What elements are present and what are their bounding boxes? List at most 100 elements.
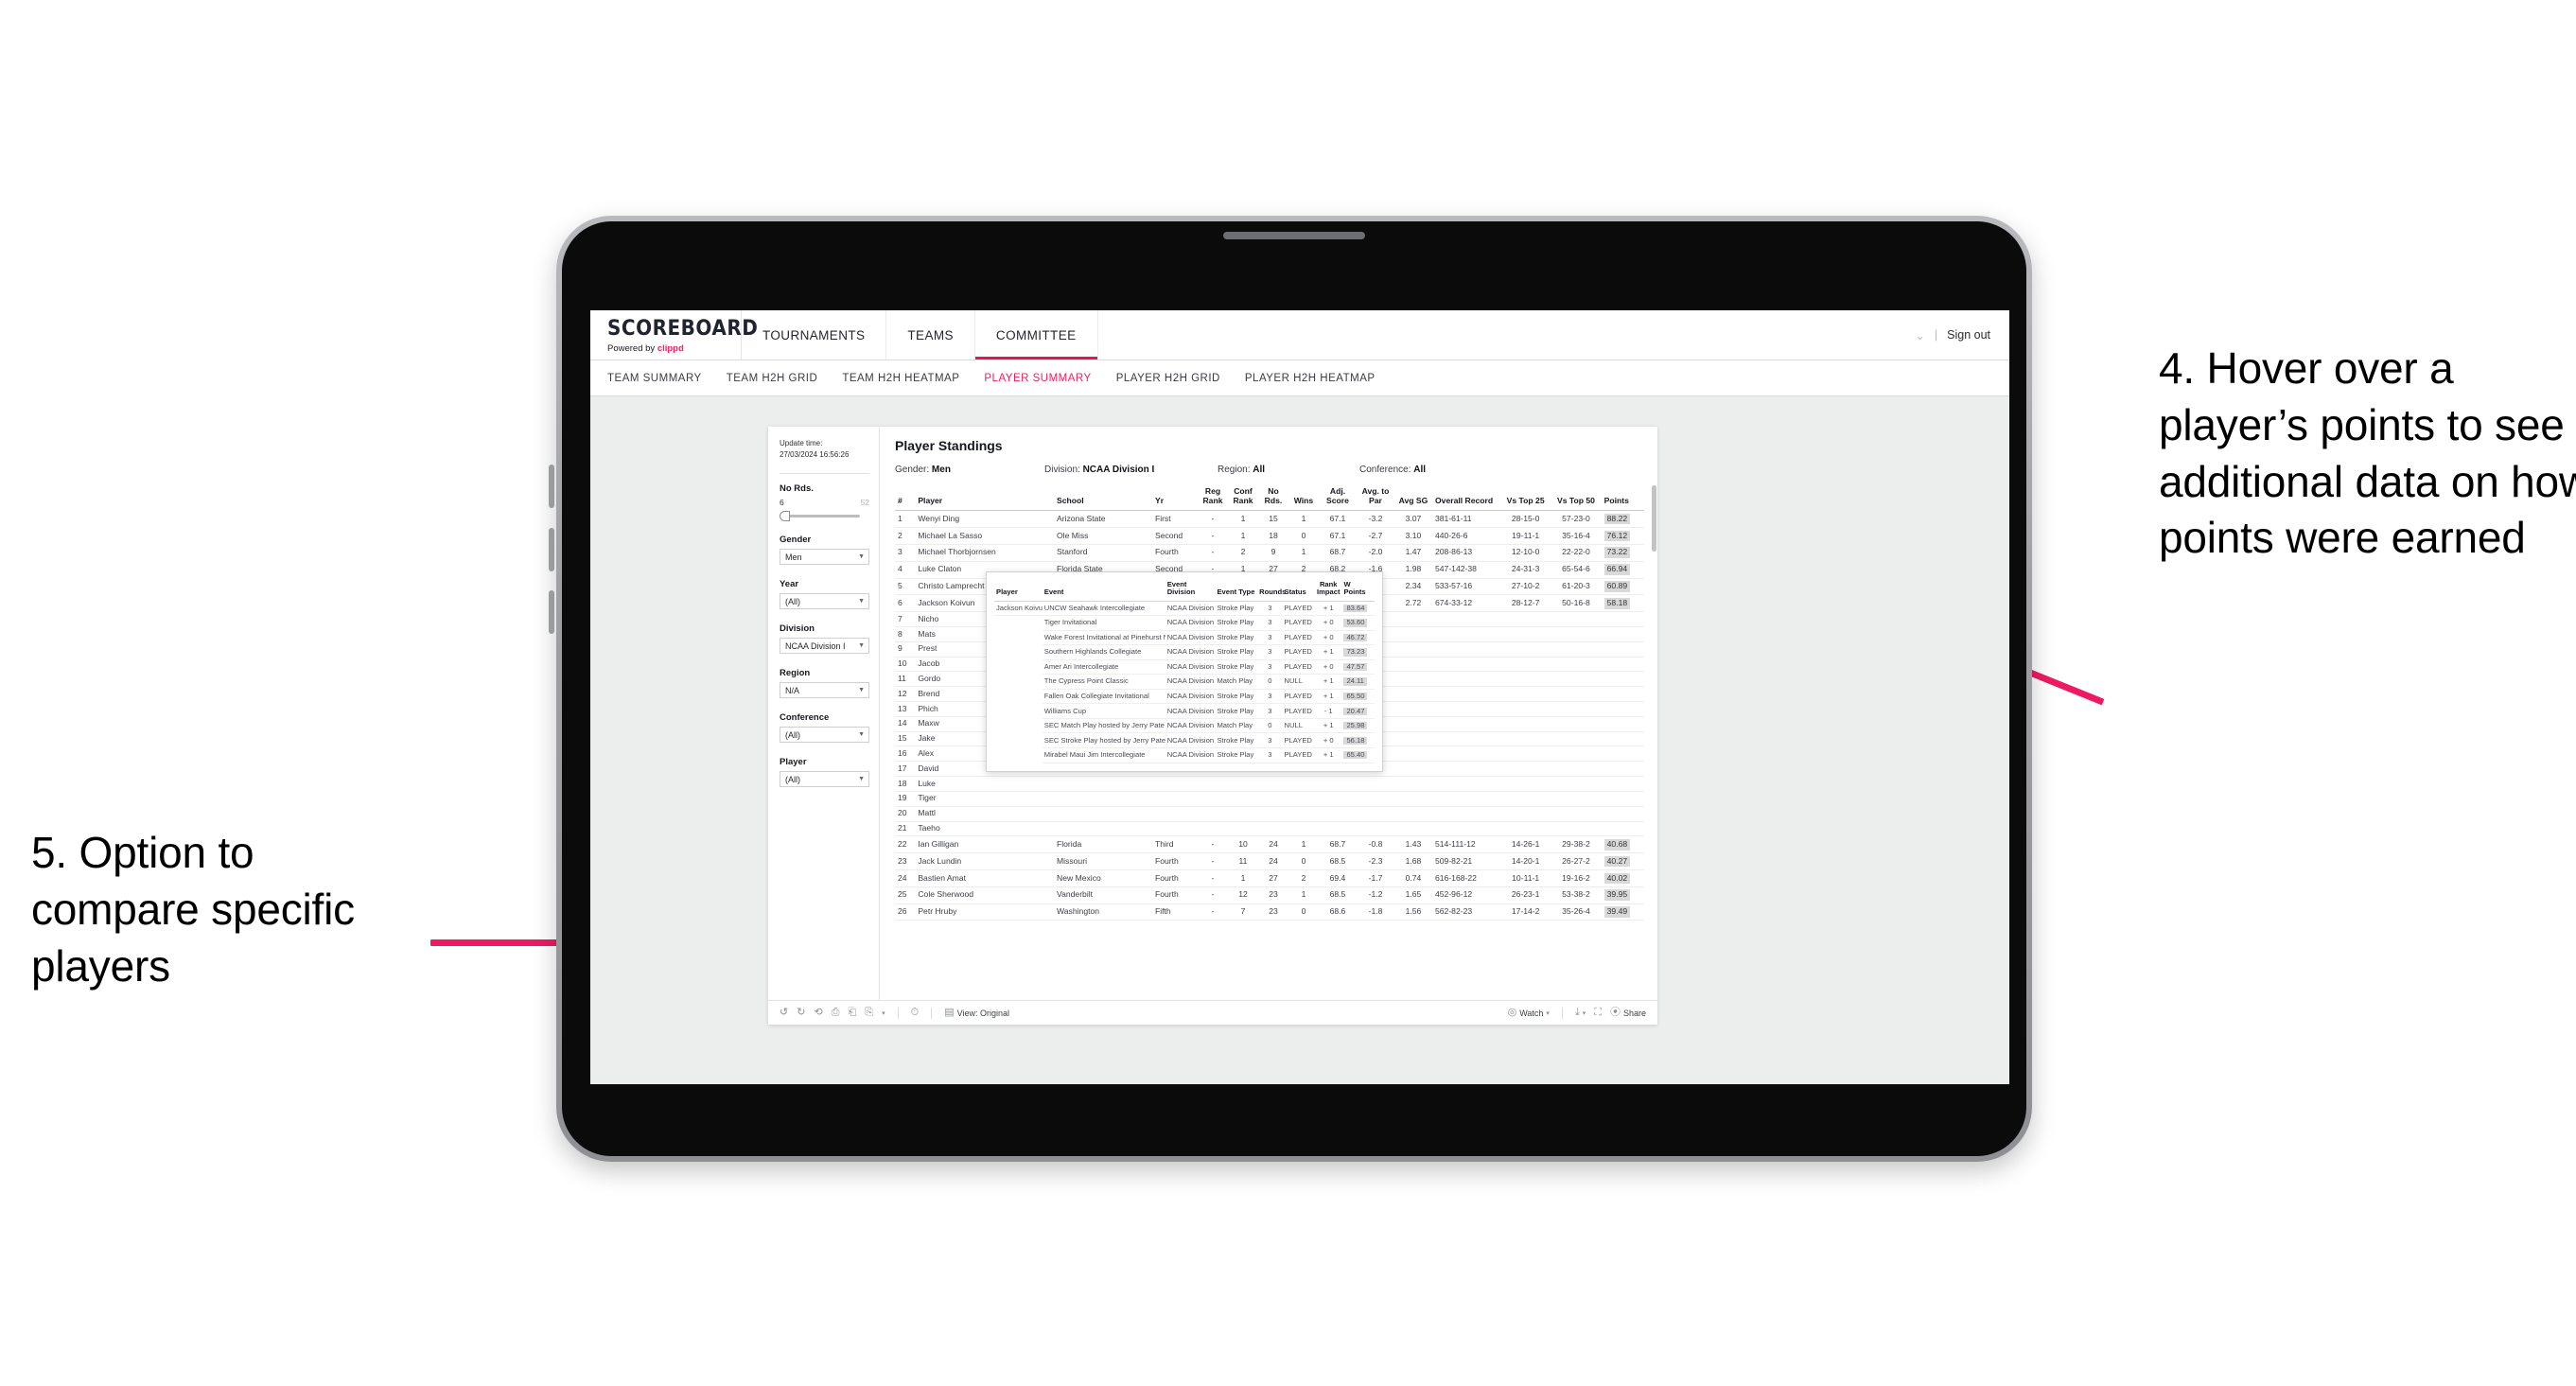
col-adj-score[interactable]: Adj. Score (1318, 485, 1357, 512)
chevron-down-icon[interactable]: ▼ (858, 731, 865, 738)
chevron-down-icon[interactable]: ▼ (858, 598, 865, 605)
chevron-down-icon[interactable]: ▼ (858, 642, 865, 649)
points-badge[interactable]: 39.95 (1603, 889, 1631, 901)
col-overall-record[interactable]: Overall Record (1431, 485, 1500, 512)
chevron-down-icon[interactable]: ▼ (858, 553, 865, 560)
cell-points[interactable] (1601, 791, 1644, 807)
cell-points[interactable] (1601, 776, 1644, 792)
watch-caret-icon[interactable]: ▾ (1546, 1009, 1550, 1017)
download-button[interactable]: ⤓ ▾ (1575, 1008, 1586, 1018)
col-wins[interactable]: Wins (1288, 485, 1319, 512)
table-row[interactable]: 25 Cole Sherwood Vanderbilt Fourth -12 23 1 68.… (895, 886, 1644, 904)
range-slider[interactable] (780, 511, 869, 522)
tab-player-h2h-grid[interactable]: PLAYER H2H GRID (1116, 373, 1220, 384)
nav-item-teams[interactable]: TEAMS (886, 310, 975, 360)
tab-player-h2h-heatmap[interactable]: PLAYER H2H HEATMAP (1245, 373, 1376, 384)
device-button-volume-up[interactable] (549, 465, 554, 508)
points-badge[interactable]: 40.68 (1603, 838, 1631, 851)
tab-team-h2h-grid[interactable]: TEAM H2H GRID (727, 373, 818, 384)
cell-points[interactable] (1601, 806, 1644, 822)
filter-gender-select[interactable]: Men ▼ (780, 549, 869, 566)
revert-icon[interactable]: ⟲ (814, 1008, 822, 1018)
cell-points[interactable]: 40.02 (1601, 869, 1644, 887)
tab-team-summary[interactable]: TEAM SUMMARY (607, 373, 702, 384)
filter-player-select[interactable]: (All) ▼ (780, 771, 869, 788)
cell-points[interactable]: 66.94 (1601, 561, 1644, 579)
points-badge[interactable]: 39.49 (1603, 906, 1631, 918)
cell-points[interactable] (1601, 731, 1644, 747)
table-row[interactable]: 21 Taeho (895, 821, 1644, 837)
cell-points[interactable]: 40.27 (1601, 852, 1644, 870)
table-row[interactable]: 23 Jack Lundin Missouri Fourth -11 24 0 68.5 -2.… (895, 852, 1644, 870)
logo[interactable]: SCOREBOARD Powered by clippd (590, 310, 758, 360)
nav-item-committee[interactable]: COMMITTEE (975, 310, 1098, 360)
sign-out-link[interactable]: Sign out (1947, 328, 1990, 342)
cell-points[interactable] (1601, 746, 1644, 763)
device-button-volume-down[interactable] (549, 528, 554, 571)
points-badge[interactable]: 40.02 (1603, 872, 1631, 885)
points-badge[interactable]: 76.12 (1603, 530, 1631, 542)
col-points[interactable]: Points (1601, 485, 1644, 512)
nav-item-tournaments[interactable]: TOURNAMENTS (742, 310, 887, 360)
cell-points[interactable]: 39.95 (1601, 886, 1644, 904)
chevron-down-icon[interactable]: ▼ (858, 776, 865, 782)
cell-points[interactable]: 73.22 (1601, 544, 1644, 562)
cell-points[interactable]: 39.49 (1601, 904, 1644, 921)
col-player[interactable]: Player (915, 485, 1054, 512)
cell-points[interactable]: 60.89 (1601, 578, 1644, 596)
col-conf-rank[interactable]: Conf Rank (1227, 485, 1258, 512)
table-row[interactable]: 3 Michael Thorbjornsen Stanford Fourth -2 9 1 6… (895, 544, 1644, 562)
view-original-button[interactable]: ▤ View: Original (944, 1008, 1009, 1018)
slider-handle[interactable] (780, 511, 790, 522)
col-reg-rank[interactable]: Reg Rank (1197, 485, 1228, 512)
cell-points[interactable] (1601, 716, 1644, 732)
cell-points[interactable] (1601, 611, 1644, 627)
table-row[interactable]: 24 Bastien Amat New Mexico Fourth -1 27 2 69.4-… (895, 869, 1644, 887)
table-row[interactable]: 18 Luke (895, 776, 1644, 792)
cell-points[interactable]: 40.68 (1601, 835, 1644, 854)
cell-points[interactable]: 88.22 (1601, 510, 1644, 529)
table-row[interactable]: 1 Wenyi Ding Arizona State First -1 15 1 67.1 -3… (895, 510, 1644, 529)
table-row[interactable]: 26 Petr Hruby Washington Fifth -7 23 0 68.6 -1.8… (895, 904, 1644, 921)
export-caret-icon[interactable]: ▾ (882, 1009, 885, 1017)
points-badge[interactable]: 73.22 (1603, 547, 1631, 559)
col-avg-sg[interactable]: Avg SG (1393, 485, 1432, 512)
filter-region-select[interactable]: N/A ▼ (780, 682, 869, 699)
table-row[interactable]: 20 Mattl (895, 806, 1644, 822)
refresh-icon[interactable]: ⎙ (832, 1008, 840, 1018)
fullscreen-icon[interactable]: ⛶ (1594, 1008, 1602, 1018)
points-badge[interactable]: 66.94 (1603, 564, 1631, 575)
watch-button[interactable]: ◎ Watch ▾ (1508, 1008, 1550, 1018)
col-vs-top-25[interactable]: Vs Top 25 (1499, 485, 1551, 512)
filter-year-select[interactable]: (All) ▼ (780, 593, 869, 610)
col-school[interactable]: School (1053, 485, 1152, 512)
slider-track[interactable] (785, 515, 860, 518)
user-menu-icon[interactable]: ⌄ (1915, 328, 1924, 342)
cell-points[interactable] (1601, 701, 1644, 717)
col-rank[interactable]: # (895, 485, 916, 512)
filter-division-select[interactable]: NCAA Division I ▼ (780, 638, 869, 655)
cell-points[interactable] (1601, 671, 1644, 688)
cell-points[interactable]: 58.18 (1601, 594, 1644, 613)
points-badge[interactable]: 58.18 (1603, 597, 1631, 609)
vertical-scrollbar[interactable] (1652, 485, 1656, 552)
share-button[interactable]: ⦿ Share (1610, 1008, 1646, 1018)
pause-auto-update-icon[interactable]: ⏱ (911, 1008, 920, 1018)
cell-points[interactable] (1601, 657, 1644, 673)
table-row[interactable]: 22 Ian Gilligan Florida Third -10 24 1 68.7 -0.8… (895, 835, 1644, 854)
table-row[interactable]: 19 Tiger (895, 791, 1644, 807)
redo-icon[interactable]: ↻ (797, 1008, 805, 1018)
cell-points[interactable] (1601, 626, 1644, 642)
download-caret-icon[interactable]: ▾ (1583, 1009, 1586, 1017)
undo-icon[interactable]: ↺ (780, 1008, 788, 1018)
pause-updates-icon[interactable]: ⎗ (848, 1008, 856, 1018)
col-no-rds[interactable]: No Rds. (1257, 485, 1288, 512)
points-badge[interactable]: 60.89 (1603, 581, 1631, 592)
tab-team-h2h-heatmap[interactable]: TEAM H2H HEATMAP (842, 373, 959, 384)
chevron-down-icon[interactable]: ▼ (858, 687, 865, 693)
cell-points[interactable] (1601, 641, 1644, 658)
cell-points[interactable] (1601, 686, 1644, 702)
points-badge[interactable]: 40.27 (1603, 855, 1631, 868)
col-yr[interactable]: Yr (1151, 485, 1198, 512)
tab-player-summary[interactable]: PLAYER SUMMARY (984, 373, 1091, 384)
